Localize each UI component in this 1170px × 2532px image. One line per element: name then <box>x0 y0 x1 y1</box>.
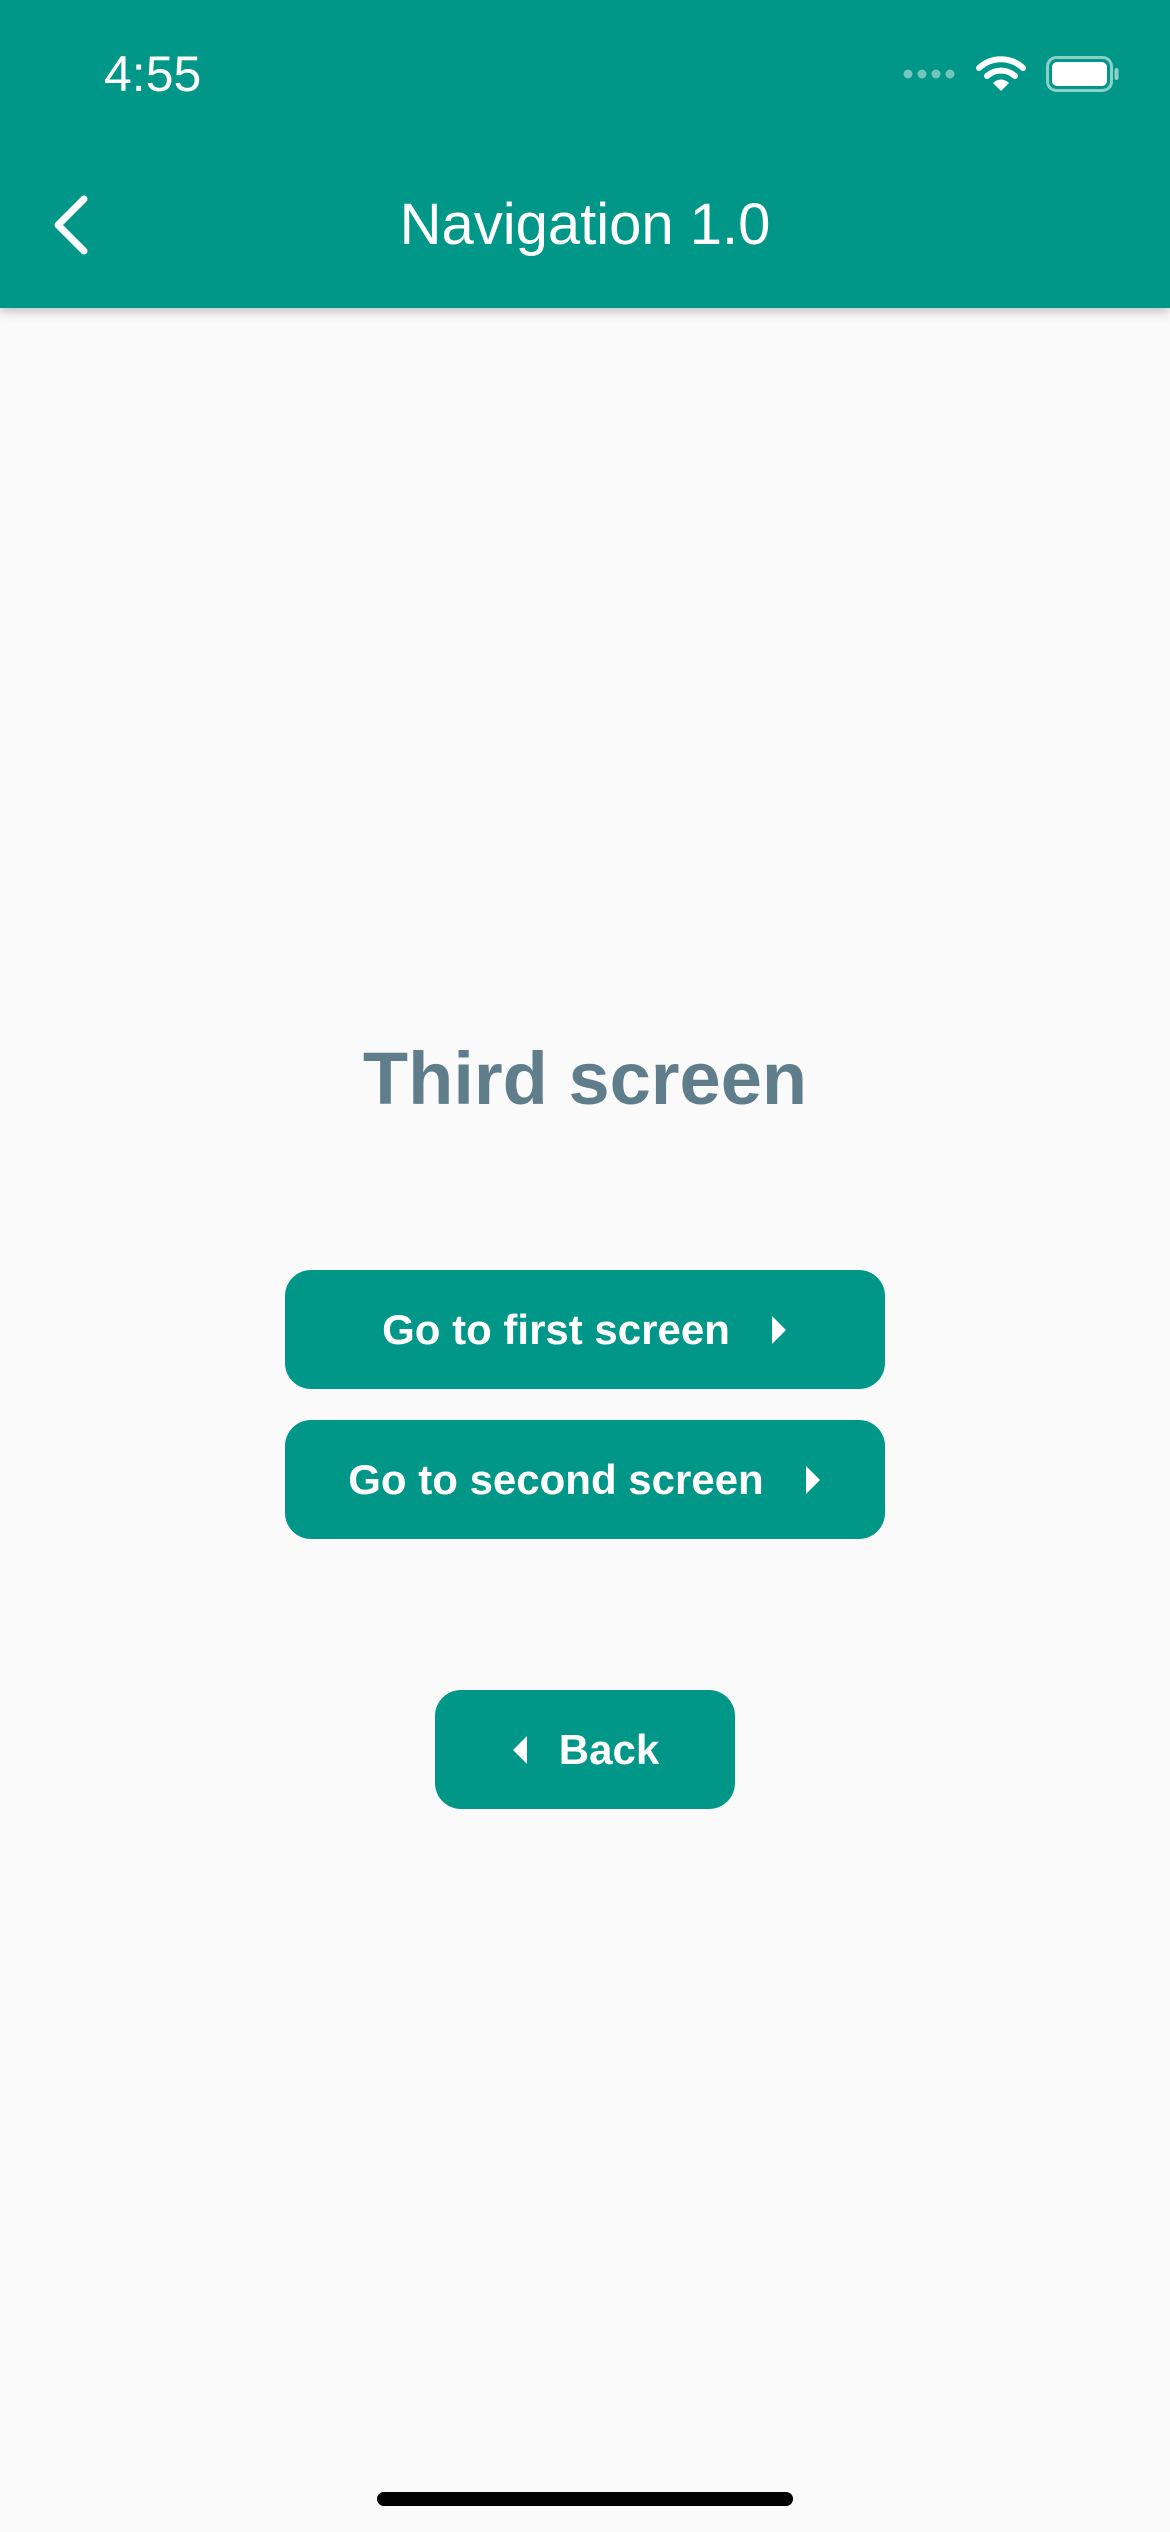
go-to-second-screen-button[interactable]: Go to second screen <box>285 1420 885 1539</box>
go-to-first-screen-label: Go to first screen <box>382 1305 730 1353</box>
caret-right-icon <box>771 1315 786 1344</box>
home-indicator <box>377 2492 793 2506</box>
signal-icon <box>903 69 955 79</box>
nav-title: Navigation 1.0 <box>399 192 771 257</box>
go-to-second-screen-label: Go to second screen <box>348 1455 764 1503</box>
battery-icon <box>1046 56 1119 92</box>
back-button[interactable]: Back <box>435 1690 735 1809</box>
status-time: 4:55 <box>104 46 202 102</box>
go-to-first-screen-button[interactable]: Go to first screen <box>285 1270 885 1389</box>
caret-left-icon <box>512 1735 527 1764</box>
caret-right-icon <box>805 1465 820 1494</box>
app-bar: 4:55 Navigation 1.0 <box>0 0 1170 308</box>
back-button-label: Back <box>558 1725 660 1773</box>
screen-title: Third screen <box>362 1037 808 1120</box>
wifi-icon <box>976 56 1026 91</box>
status-icons <box>902 52 1120 96</box>
